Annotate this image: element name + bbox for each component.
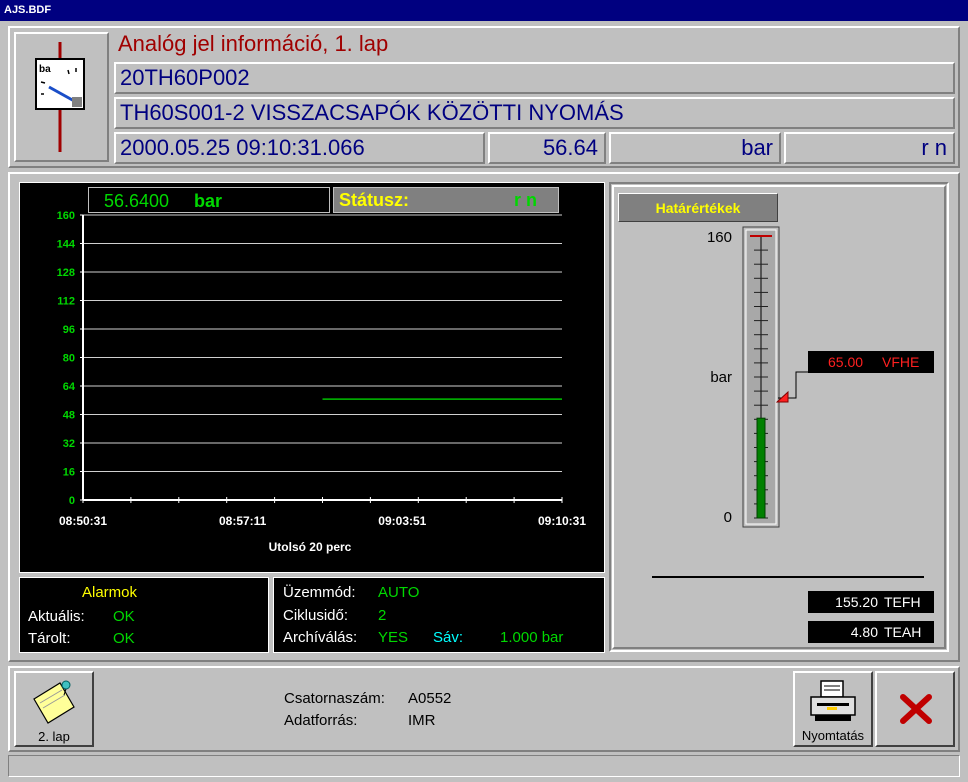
mode-value: AUTO [378,584,420,601]
gauge-icon-frame: ba [14,32,109,162]
cycle-label: Ciklusidő: [283,607,349,624]
limits-title: Határértékek [618,193,778,222]
band-value: 1.000 bar [500,629,564,646]
limit-marker-arrow [776,390,789,403]
cycle-value: 2 [378,607,387,624]
archive-value: YES [378,629,409,646]
limits-max-label: 160 [706,229,732,246]
page2-label: 2. lap [38,729,70,744]
header-timestamp: 2000.05.25 09:10:31.066 [114,132,485,164]
signal-description: TH60S001-2 VISSZACSAPÓK KÖZÖTTI NYOMÁS [114,97,955,129]
y-tick-label: 48 [63,410,75,422]
channel-value: A0552 [408,690,452,707]
gauge-level-fill [756,417,766,519]
y-tick-label: 128 [57,267,75,279]
y-tick-label: 0 [69,495,75,507]
y-tick-label: 32 [63,438,75,450]
band-label: Sáv: [433,629,464,646]
pressure-gauge-icon: ba [35,42,85,152]
x-tick-label: 08:50:31 [59,514,107,528]
alarms-panel: Alarmok Aktuális: OK Tárolt: OK [19,577,269,653]
trend-chart: 0 16 32 48 64 80 96 112 128 144 160 08:50:31 08:57:1… [57,210,587,528]
limits-min-label: 0 [723,509,732,526]
alarms-stored-label: Tárolt: [28,630,71,647]
page-title: Analóg jel információ, 1. lap [118,31,389,56]
channel-label: Csatornaszám: [284,690,385,707]
alarms-stored-value: OK [113,630,135,647]
alarms-current-label: Aktuális: [28,608,85,625]
limit-marker-value: 65.00 [828,354,864,370]
note-icon [33,680,75,724]
print-label: Nyomtatás [801,728,865,743]
y-tick-label: 144 [57,239,76,251]
archive-label: Archíválás: [283,629,358,646]
limit-marker-code: VFHE [882,354,920,370]
header-status: r n [784,132,955,164]
header-value: 56.64 [488,132,606,164]
limits-divider [652,576,924,578]
window-title: AJS.BDF [0,0,968,21]
header-unit: bar [609,132,781,164]
printer-icon [810,680,856,721]
alarms-current-value: OK [113,608,135,625]
limits-unit: bar [710,369,732,386]
upper-limit-value: 155.20 [835,594,878,610]
status-bar [8,755,960,777]
limit-marker-icon [776,390,789,403]
y-tick-label: 16 [63,467,75,479]
source-label: Adatforrás: [284,712,358,729]
mode-label: Üzemmód: [283,584,356,601]
y-tick-label: 112 [57,296,75,308]
y-tick-label: 80 [63,353,75,365]
chart-x-label: Utolsó 20 perc [268,540,352,554]
signal-code: 20TH60P002 [114,62,955,94]
lower-limit-value: 4.80 [850,624,878,640]
source-value: IMR [408,712,436,729]
svg-text:ba: ba [39,64,51,75]
upper-limit-box: 155.20 TEFH [808,591,934,613]
x-tick-label: 09:10:31 [538,514,586,528]
y-tick-label: 64 [63,381,76,393]
lower-limit-box: 4.80 TEAH [808,621,934,643]
x-tick-label: 08:57:11 [219,514,267,528]
lower-limit-code: TEAH [884,624,922,640]
upper-limit-code: TEFH [884,594,921,610]
page2-button[interactable]: 2. lap [14,671,94,747]
x-tick-label: 09:03:51 [378,514,426,528]
close-button[interactable] [875,671,955,747]
y-tick-label: 96 [63,324,75,336]
limit-marker-box: 65.00 VFHE [808,351,934,373]
print-button[interactable]: Nyomtatás [793,671,873,747]
close-icon [900,694,932,724]
y-tick-label: 160 [57,210,75,222]
alarms-title: Alarmok [82,584,138,601]
mode-panel: Üzemmód: AUTO Ciklusidő: 2 Archíválás: Y… [273,577,605,653]
trend-panel: 56.6400 bar Státusz: r n 0 16 32 48 64 80 96 11… [19,182,605,573]
